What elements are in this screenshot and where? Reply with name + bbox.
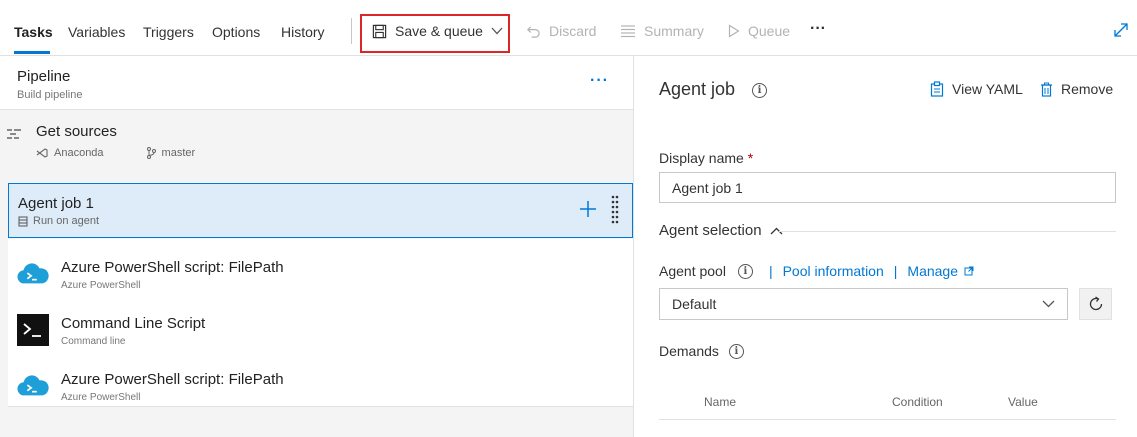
server-icon — [18, 216, 28, 227]
top-toolbar: Tasks Variables Triggers Options History… — [0, 0, 1137, 56]
column-header-value: Value — [1008, 395, 1038, 409]
refresh-button[interactable] — [1079, 288, 1112, 320]
manage-link[interactable]: Manage — [907, 263, 958, 279]
summary-button[interactable]: Summary — [620, 23, 704, 39]
play-icon — [728, 24, 740, 38]
toolbar-divider — [351, 18, 352, 44]
expand-icon[interactable] — [1113, 22, 1129, 38]
task-item[interactable]: Azure PowerShell script: FilePath Azure … — [8, 359, 633, 415]
column-header-name: Name — [704, 395, 737, 409]
pool-information-link[interactable]: Pool information — [783, 263, 884, 279]
queue-label: Queue — [748, 23, 791, 39]
task-subtitle: Azure PowerShell — [61, 392, 141, 403]
agent-selection-header[interactable]: Agent selection — [659, 222, 783, 239]
get-sources-item[interactable]: Get sources Anaconda master — [0, 112, 633, 174]
trash-icon — [1040, 82, 1053, 97]
task-subtitle: Command line — [61, 336, 126, 347]
save-queue-button[interactable]: Save & queue — [372, 23, 503, 39]
pipeline-panel: Pipeline Build pipeline ··· Get sources … — [0, 56, 633, 437]
task-title: Azure PowerShell script: FilePath — [61, 259, 284, 276]
azure-cloud-icon — [17, 258, 49, 290]
tab-triggers[interactable]: Triggers — [143, 24, 194, 40]
task-item[interactable]: Azure PowerShell script: FilePath Azure … — [8, 247, 633, 303]
tab-history[interactable]: History — [281, 24, 325, 40]
pipeline-subtitle: Build pipeline — [17, 89, 83, 101]
pipeline-more-button[interactable]: ··· — [590, 72, 609, 90]
display-name-text: Display name — [659, 150, 744, 166]
get-sources-meta: Anaconda master — [36, 147, 195, 159]
discard-label: Discard — [549, 23, 597, 39]
repo-name: Anaconda — [54, 147, 104, 159]
active-tab-indicator — [14, 51, 50, 54]
save-queue-label: Save & queue — [395, 23, 483, 39]
undo-icon — [526, 24, 541, 39]
display-name-label: Display name * — [659, 150, 753, 166]
drag-handle-icon[interactable] — [611, 195, 619, 225]
clipboard-icon — [930, 81, 944, 97]
display-name-input[interactable]: Agent job 1 — [659, 172, 1116, 203]
branch-name: master — [161, 147, 196, 159]
external-link-icon[interactable] — [964, 266, 974, 276]
chevron-down-icon — [1042, 300, 1055, 308]
info-icon[interactable]: i — [752, 83, 768, 98]
column-header-condition: Condition — [892, 395, 943, 409]
save-icon — [372, 24, 387, 39]
tab-options[interactable]: Options — [212, 24, 260, 40]
agent-selection-title: Agent selection — [659, 222, 762, 239]
get-sources-icon — [6, 128, 22, 142]
demands-label: Demands — [659, 343, 719, 359]
view-yaml-link[interactable]: View YAML — [930, 81, 1023, 97]
get-sources-title: Get sources — [36, 123, 117, 140]
branch-icon — [146, 147, 156, 159]
pipeline-header[interactable]: Pipeline Build pipeline ··· — [0, 56, 633, 110]
section-divider — [779, 231, 1116, 232]
list-icon — [620, 24, 636, 38]
separator: | — [893, 263, 898, 279]
table-header-divider — [659, 419, 1116, 420]
separator: | — [768, 263, 773, 279]
detail-title: Agent job — [659, 79, 736, 99]
queue-button[interactable]: Queue — [728, 23, 790, 39]
agent-pool-row: Agent pool i | Pool information | Manage — [659, 263, 974, 279]
info-icon[interactable]: i — [728, 343, 744, 359]
more-actions-button[interactable]: ··· — [810, 20, 826, 38]
azure-cloud-icon — [17, 370, 49, 402]
task-title: Command Line Script — [61, 315, 206, 332]
remove-label: Remove — [1061, 81, 1114, 97]
view-yaml-label: View YAML — [952, 81, 1023, 97]
agent-job-item[interactable]: Agent job 1 Run on agent — [8, 183, 633, 238]
detail-title-row: Agent job i — [659, 79, 768, 100]
info-icon[interactable]: i — [737, 263, 753, 279]
demands-row: Demands i — [659, 343, 744, 359]
agent-pool-label: Agent pool — [659, 263, 726, 279]
pipeline-title: Pipeline — [17, 68, 71, 85]
summary-label: Summary — [644, 23, 704, 39]
chevron-down-icon[interactable] — [491, 27, 503, 35]
add-task-icon[interactable] — [579, 200, 597, 218]
visual-studio-icon — [36, 147, 48, 159]
agent-job-title: Agent job 1 — [18, 195, 94, 212]
discard-button[interactable]: Discard — [526, 23, 596, 39]
terminal-icon — [17, 314, 49, 346]
agent-pool-value: Default — [672, 296, 717, 312]
agent-job-detail-panel: Agent job i View YAML Remove Display nam… — [634, 56, 1137, 437]
agent-job-subtitle: Run on agent — [18, 215, 99, 227]
required-marker: * — [747, 150, 754, 166]
remove-link[interactable]: Remove — [1040, 81, 1113, 97]
agent-pool-select[interactable]: Default — [659, 288, 1068, 320]
refresh-icon — [1088, 296, 1104, 312]
task-item[interactable]: Command Line Script Command line — [8, 303, 633, 359]
task-title: Azure PowerShell script: FilePath — [61, 371, 284, 388]
task-subtitle: Azure PowerShell — [61, 280, 141, 291]
task-list: Azure PowerShell script: FilePath Azure … — [8, 239, 633, 407]
tab-tasks[interactable]: Tasks — [14, 24, 53, 40]
agent-job-subtitle-text: Run on agent — [33, 215, 100, 227]
tab-variables[interactable]: Variables — [68, 24, 125, 40]
